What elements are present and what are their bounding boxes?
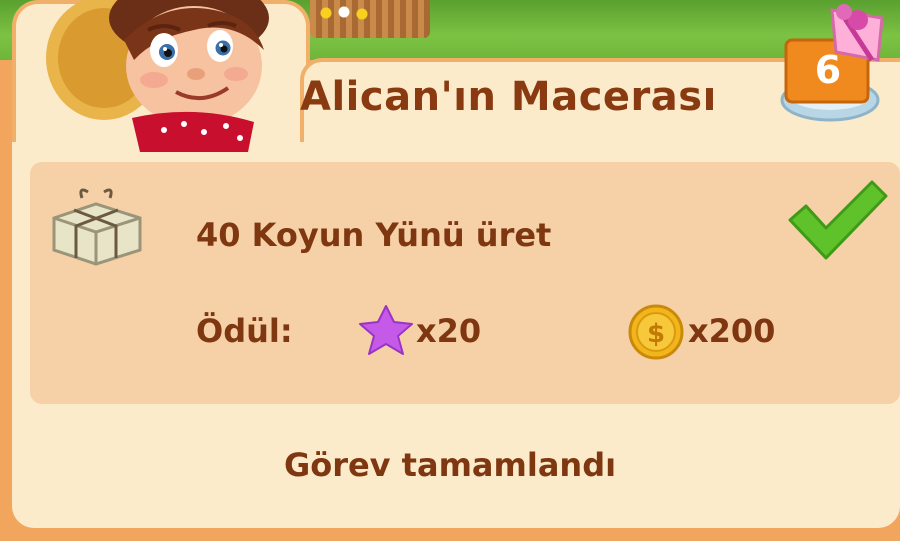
wool-bale-icon xyxy=(48,184,144,268)
coin-reward-amount: x200 xyxy=(688,312,776,350)
task-card xyxy=(30,162,900,404)
level-gift-badge: 6 xyxy=(772,0,900,128)
gold-coin-icon: $ xyxy=(628,304,684,360)
quest-status: Görev tamamlandı xyxy=(283,446,617,484)
level-number: 6 xyxy=(814,48,842,92)
svg-text:$: $ xyxy=(647,319,665,349)
star-reward-amount: x20 xyxy=(416,312,482,350)
quest-title: Alican'ın Macerası xyxy=(300,74,717,120)
checkmark-icon xyxy=(784,176,890,266)
task-description: 40 Koyun Yünü üret xyxy=(196,216,552,254)
purple-star-icon xyxy=(358,304,414,356)
character-avatar xyxy=(44,0,274,152)
reward-label: Ödül: xyxy=(196,312,293,350)
